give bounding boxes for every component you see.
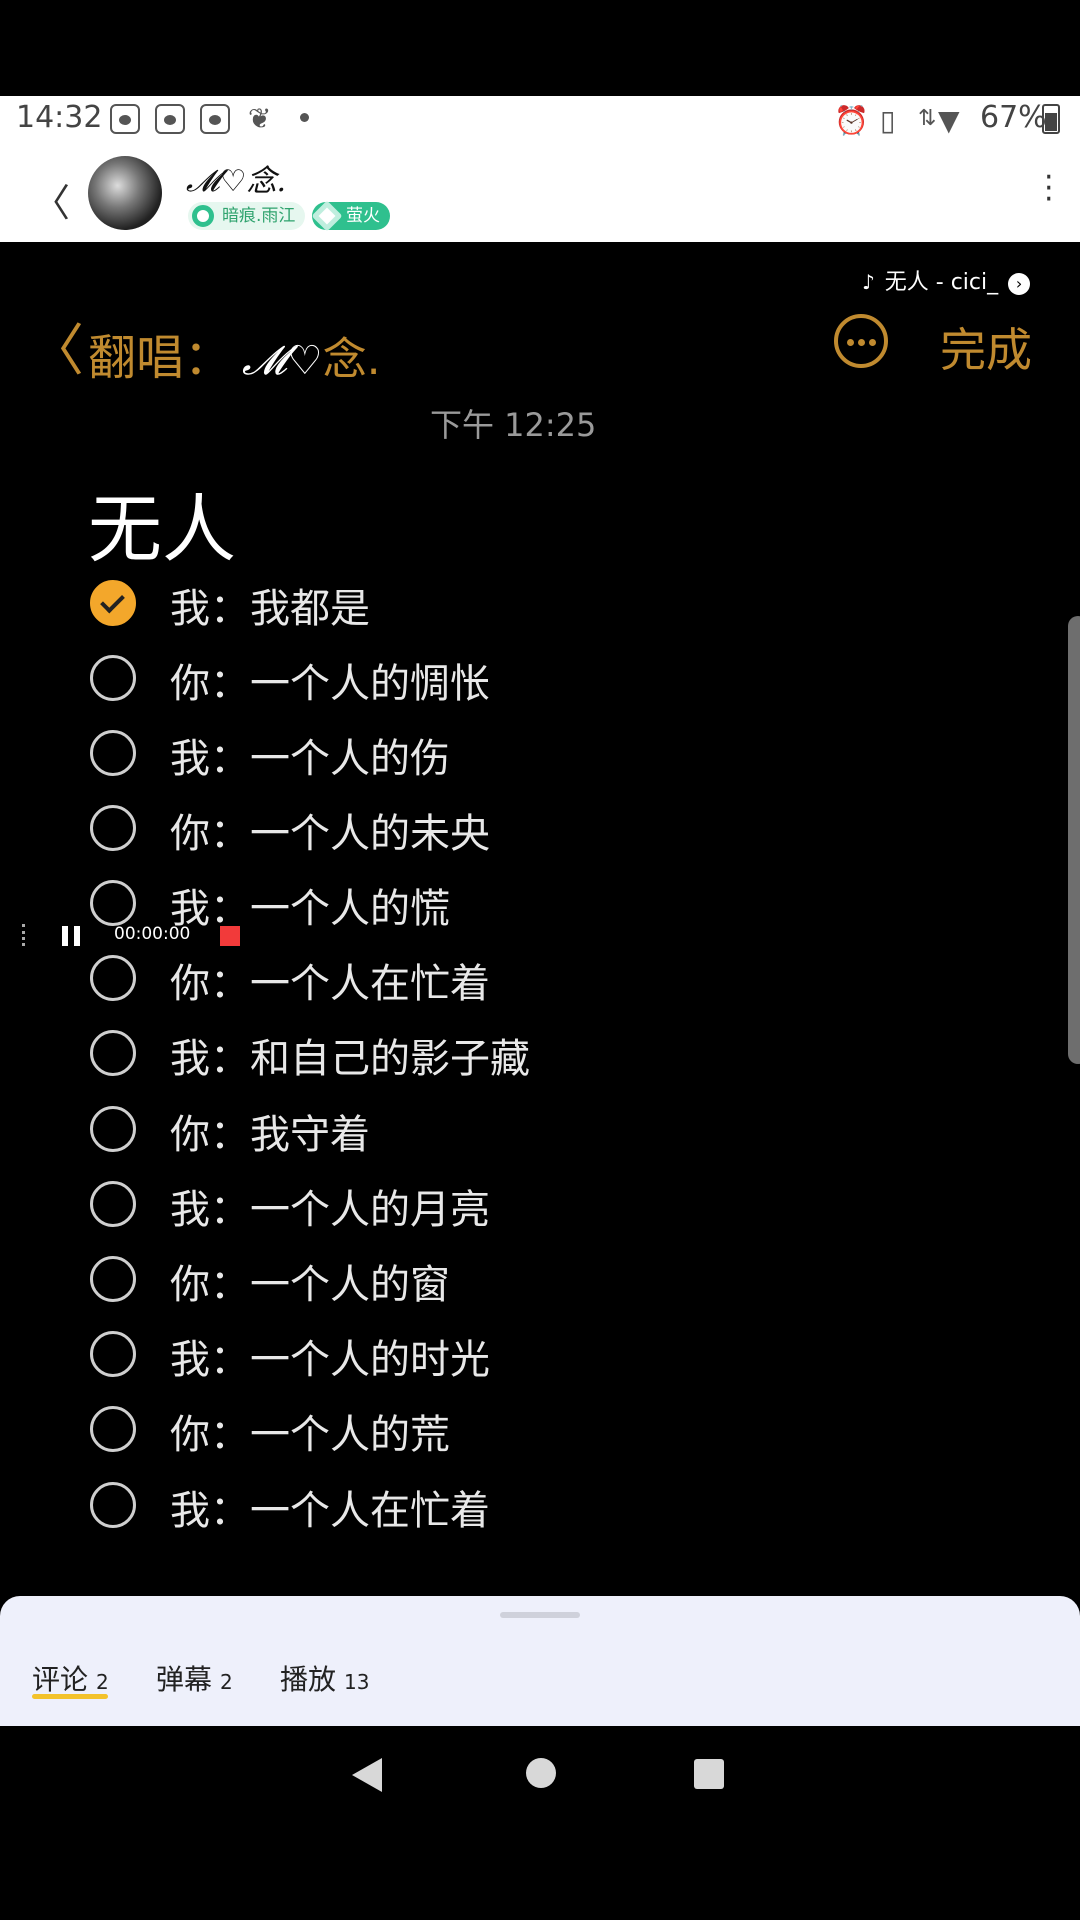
checkbox-icon [90, 1482, 136, 1528]
firefly-icon [311, 200, 343, 232]
checkbox-icon [90, 1406, 136, 1452]
cover-signature-end: 念. [322, 334, 381, 385]
checklist-item: 我：和自己的影子藏 [90, 1020, 790, 1082]
checklist-item: 我：一个人的月亮 [90, 1171, 790, 1233]
more-horizontal-icon [834, 314, 888, 368]
system-nav-bar [0, 1726, 1080, 1826]
status-bar: 14:32 ❦ ⏰ ▯ ⇅ ▼ 67% [0, 96, 1080, 142]
tab-comments-count: 2 [96, 1670, 109, 1694]
checkbox-icon [90, 1030, 136, 1076]
note-title: 无人 [88, 487, 236, 573]
badge-firefly-label: 萤火 [346, 206, 380, 226]
cover-signature: 𝓜♡ [242, 338, 323, 384]
checklist-item-text: 你：一个人的窗 [170, 1262, 450, 1308]
checkbox-icon [90, 1331, 136, 1377]
back-icon[interactable]: 〈 [32, 172, 70, 227]
screen-recorder-overlay[interactable]: 00:00:00 [18, 918, 248, 952]
baidu-paw-icon [155, 104, 185, 134]
background-music-chip[interactable]: ♪ 无人 - cici_ › [862, 264, 1031, 296]
checklist-item: 你：一个人的窗 [90, 1246, 790, 1308]
baidu-paw-icon [110, 104, 140, 134]
avatar[interactable] [88, 156, 162, 230]
checklist-item-text: 我：和自己的影子藏 [170, 1036, 530, 1082]
checklist-item-text: 你：一个人的未央 [170, 811, 490, 857]
cover-prefix: 翻唱： [88, 330, 233, 386]
nav-recents-icon[interactable] [694, 1759, 724, 1789]
recording-timer: 00:00:00 [114, 924, 191, 944]
checkbox-icon [90, 655, 136, 701]
checklist-item-text: 你：一个人的惆怅 [170, 661, 490, 707]
bottom-panel: 评论 2 弹幕 2 播放 13 [0, 1596, 1080, 1726]
checked-checkbox-icon [90, 580, 136, 626]
checklist-item: 我：一个人在忙着 [90, 1472, 790, 1534]
badge-group[interactable]: 暗痕.雨江 [188, 202, 306, 230]
tab-plays[interactable]: 播放 13 [280, 1658, 369, 1698]
checklist-item: 你：一个人的未央 [90, 795, 790, 857]
checklist-item: 你：一个人在忙着 [90, 945, 790, 1007]
tab-plays-label: 播放 [280, 1663, 337, 1696]
badge-firefly[interactable]: 萤火 [311, 200, 390, 232]
checkbox-icon [90, 955, 136, 1001]
done-label: 完成 [940, 323, 1032, 377]
checklist-item: 你：一个人的惆怅 [90, 645, 790, 707]
active-tab-indicator [32, 1694, 108, 1699]
vibrate-icon: ▯ [880, 104, 896, 137]
drag-handle[interactable] [500, 1612, 580, 1618]
app-header: 〈 𝓜♡念. 暗痕.雨江 萤火 · · · [0, 142, 1080, 242]
checkbox-icon [90, 805, 136, 851]
wifi-icon: ▼ [938, 104, 960, 137]
more-vertical-icon[interactable]: · · · [1044, 163, 1054, 215]
checklist-item-text: 你：我守着 [170, 1112, 370, 1158]
checklist-item: 我：我都是 [90, 570, 790, 632]
note-time: 下午 12:25 [430, 406, 597, 444]
data-arrows-icon: ⇅ [918, 106, 937, 131]
checklist-item-text: 你：一个人的荒 [170, 1412, 450, 1458]
status-time: 14:32 [16, 100, 103, 135]
checklist-item-text: 我：一个人的月亮 [170, 1187, 490, 1233]
tab-danmaku[interactable]: 弹幕 2 [156, 1658, 233, 1698]
badge-group-icon [192, 205, 214, 227]
note-nav-title: 翻唱： 𝓜♡念. [88, 318, 381, 388]
battery-percent: 67% [980, 100, 1047, 135]
note-back-icon: 〈 [28, 319, 84, 384]
chevron-right-icon: › [1008, 273, 1031, 295]
music-label: 无人 - cici_ [884, 270, 999, 295]
checklist-item-text: 我：我都是 [170, 586, 370, 632]
tab-plays-count: 13 [344, 1670, 370, 1694]
checkbox-icon [90, 1106, 136, 1152]
checklist-item: 我：一个人的时光 [90, 1321, 790, 1383]
edge-panel-handle[interactable] [1068, 616, 1080, 1064]
nav-back-icon[interactable] [352, 1758, 382, 1792]
pause-icon[interactable] [62, 926, 80, 946]
checkbox-icon [90, 1181, 136, 1227]
badge-group-label: 暗痕.雨江 [222, 206, 296, 226]
checklist-item: 你：一个人的荒 [90, 1396, 790, 1458]
app-notification-icon: ❦ [248, 102, 272, 135]
baidu-paw-icon [200, 104, 230, 134]
checkbox-icon [90, 1256, 136, 1302]
battery-charging-icon [1042, 104, 1060, 134]
tab-danmaku-count: 2 [220, 1670, 233, 1694]
music-note-icon: ♪ [862, 270, 875, 294]
more-notifications-dot [300, 113, 309, 122]
drag-handle-icon[interactable] [22, 924, 30, 946]
checklist-item-text: 你：一个人在忙着 [170, 961, 490, 1007]
tab-danmaku-label: 弹幕 [156, 1663, 213, 1696]
username[interactable]: 𝓜♡念. [186, 156, 286, 200]
checklist-item-text: 我：一个人在忙着 [170, 1488, 490, 1534]
checklist-item: 你：我守着 [90, 1096, 790, 1158]
stop-recording-icon[interactable] [220, 926, 240, 946]
tab-comments[interactable]: 评论 2 [32, 1658, 109, 1699]
alarm-icon: ⏰ [834, 104, 869, 137]
checkbox-icon [90, 730, 136, 776]
checklist-item-text: 我：一个人的伤 [170, 736, 450, 782]
checklist-item: 我：一个人的伤 [90, 720, 790, 782]
checklist-item-text: 我：一个人的时光 [170, 1337, 490, 1383]
nav-home-icon[interactable] [526, 1758, 556, 1788]
tab-comments-label: 评论 [32, 1663, 89, 1696]
